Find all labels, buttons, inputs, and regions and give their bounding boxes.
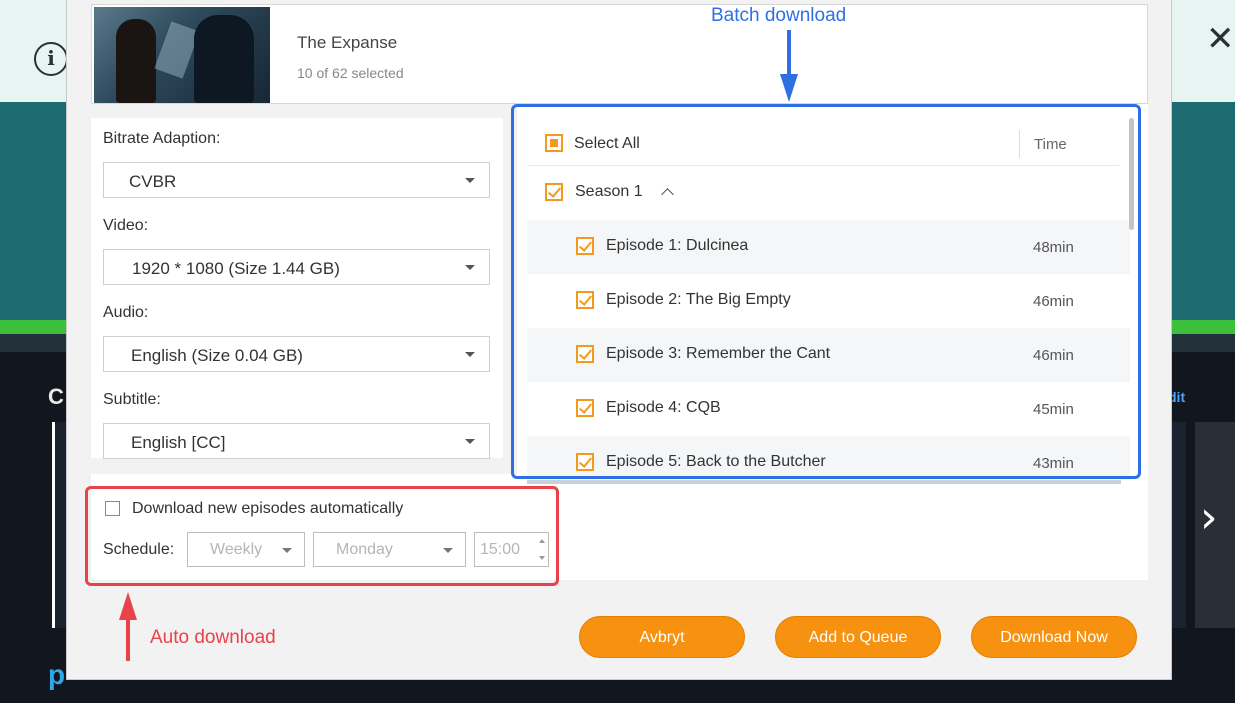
selection-count: 10 of 62 selected <box>297 65 404 81</box>
show-thumbnail <box>94 7 270 103</box>
chevron-down-icon <box>465 352 475 357</box>
chevron-down-icon <box>465 178 475 183</box>
show-title: The Expanse <box>297 33 398 52</box>
info-icon[interactable]: i <box>34 42 68 76</box>
batch-download-highlight <box>511 104 1141 479</box>
chevron-down-icon <box>465 265 475 270</box>
auto-download-annotation: Auto download <box>150 627 276 648</box>
chevron-right-icon[interactable]: › <box>1200 496 1218 540</box>
video-label: Video: <box>103 217 149 234</box>
subtitle-label: Subtitle: <box>103 391 161 408</box>
background-thumbnail-right[interactable] <box>1170 422 1186 628</box>
subtitle-value: English [CC] <box>131 433 226 452</box>
add-to-queue-button[interactable]: Add to Queue <box>775 616 941 658</box>
close-icon[interactable]: ✕ <box>1206 22 1235 56</box>
episode-list-bottom-edge <box>527 480 1121 484</box>
cancel-button[interactable]: Avbryt <box>579 616 745 658</box>
bitrate-label: Bitrate Adaption: <box>103 130 221 147</box>
audio-value: English (Size 0.04 GB) <box>131 346 303 365</box>
show-header: The Expanse 10 of 62 selected <box>91 4 1148 104</box>
bitrate-select[interactable]: CVBR <box>103 162 490 198</box>
video-select[interactable]: 1920 * 1080 (Size 1.44 GB) <box>103 249 490 285</box>
download-now-button[interactable]: Download Now <box>971 616 1137 658</box>
auto-download-highlight <box>85 486 559 586</box>
settings-panel: Bitrate Adaption: CVBR Video: 1920 * 108… <box>91 118 503 459</box>
brand-fragment: p <box>48 659 66 690</box>
row-title-fragment: C <box>48 384 64 409</box>
chevron-down-icon <box>465 439 475 444</box>
subtitle-select[interactable]: English [CC] <box>103 423 490 459</box>
audio-select[interactable]: English (Size 0.04 GB) <box>103 336 490 372</box>
audio-label: Audio: <box>103 304 149 321</box>
bitrate-value: CVBR <box>129 172 177 191</box>
video-value: 1920 * 1080 (Size 1.44 GB) <box>132 259 340 278</box>
batch-download-annotation: Batch download <box>711 5 847 26</box>
